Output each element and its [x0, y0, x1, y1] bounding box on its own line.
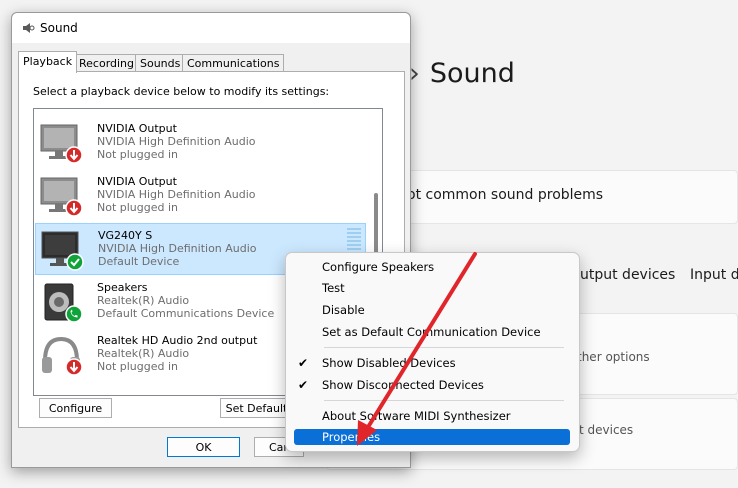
- configure-button[interactable]: Configure: [39, 398, 112, 418]
- more-options-text: ther options: [577, 350, 650, 364]
- menu-item-test[interactable]: Test: [294, 278, 570, 298]
- device-status: Not plugged in: [97, 148, 179, 161]
- unplugged-badge-icon: [65, 146, 83, 164]
- device-driver: NVIDIA High Definition Audio: [97, 135, 256, 148]
- device-status: Default Device: [98, 255, 180, 268]
- device-status: Not plugged in: [97, 360, 179, 373]
- headphones-icon: [42, 336, 83, 376]
- menu-separator: [324, 347, 564, 348]
- troubleshoot-text: ot common sound problems: [407, 187, 604, 203]
- device-name: NVIDIA Output: [97, 175, 177, 188]
- device-context-menu: Configure Speakers Test Disable Set as D…: [285, 252, 580, 452]
- unplugged-badge-icon: [65, 358, 83, 376]
- devices-text: t devices: [579, 423, 634, 437]
- speaker-icon: [44, 283, 83, 323]
- phone-badge-icon: [65, 305, 83, 323]
- menu-item-properties[interactable]: Properties: [294, 429, 570, 445]
- device-name: VG240Y S: [98, 229, 153, 242]
- checkmark-icon: ✔: [298, 378, 309, 392]
- checkmark-icon: ✔: [298, 356, 309, 370]
- ok-button[interactable]: OK: [167, 437, 240, 457]
- device-name: NVIDIA Output: [97, 122, 177, 135]
- list-item[interactable]: NVIDIA Output NVIDIA High Definition Aud…: [35, 170, 364, 220]
- device-driver: Realtek(R) Audio: [97, 347, 190, 360]
- monitor-icon: [41, 231, 84, 271]
- sound-app-icon: [23, 23, 35, 33]
- set-default-button[interactable]: Set Default: [220, 398, 293, 418]
- device-driver: NVIDIA High Definition Audio: [98, 242, 257, 255]
- dialog-title: Sound: [40, 21, 78, 35]
- dialog-titlebar[interactable]: Sound: [12, 13, 410, 43]
- input-devices-link[interactable]: Input d: [690, 267, 738, 283]
- device-driver: Realtek(R) Audio: [97, 294, 190, 307]
- menu-item-show-disabled-devices[interactable]: ✔ Show Disabled Devices: [294, 353, 570, 373]
- device-status: Default Communications Device: [97, 307, 275, 320]
- device-status: Not plugged in: [97, 201, 179, 214]
- device-name: Speakers: [97, 281, 148, 294]
- tab-sounds[interactable]: Sounds: [135, 54, 186, 72]
- monitor-icon: [40, 177, 83, 217]
- menu-item-set-default-communication[interactable]: Set as Default Communication Device: [294, 322, 570, 342]
- list-item[interactable]: NVIDIA Output NVIDIA High Definition Aud…: [35, 117, 364, 167]
- tab-recording[interactable]: Recording: [74, 54, 140, 72]
- menu-item-about-midi-synthesizer[interactable]: About Software MIDI Synthesizer: [294, 406, 570, 426]
- settings-page-title: › Sound: [409, 58, 515, 89]
- default-check-badge-icon: [66, 253, 84, 271]
- menu-item-show-disconnected-devices[interactable]: ✔ Show Disconnected Devices: [294, 375, 570, 395]
- menu-separator: [324, 400, 564, 401]
- device-driver: NVIDIA High Definition Audio: [97, 188, 256, 201]
- menu-item-disable[interactable]: Disable: [294, 300, 570, 320]
- instruction-text: Select a playback device below to modify…: [33, 85, 330, 98]
- menu-item-configure-speakers[interactable]: Configure Speakers: [294, 257, 570, 277]
- tab-communications[interactable]: Communications: [182, 54, 285, 72]
- tab-playback[interactable]: Playback: [18, 51, 78, 73]
- device-name: Realtek HD Audio 2nd output: [97, 334, 258, 347]
- output-devices-link[interactable]: utput devices: [580, 267, 675, 283]
- unplugged-badge-icon: [65, 199, 83, 217]
- monitor-icon: [40, 124, 83, 164]
